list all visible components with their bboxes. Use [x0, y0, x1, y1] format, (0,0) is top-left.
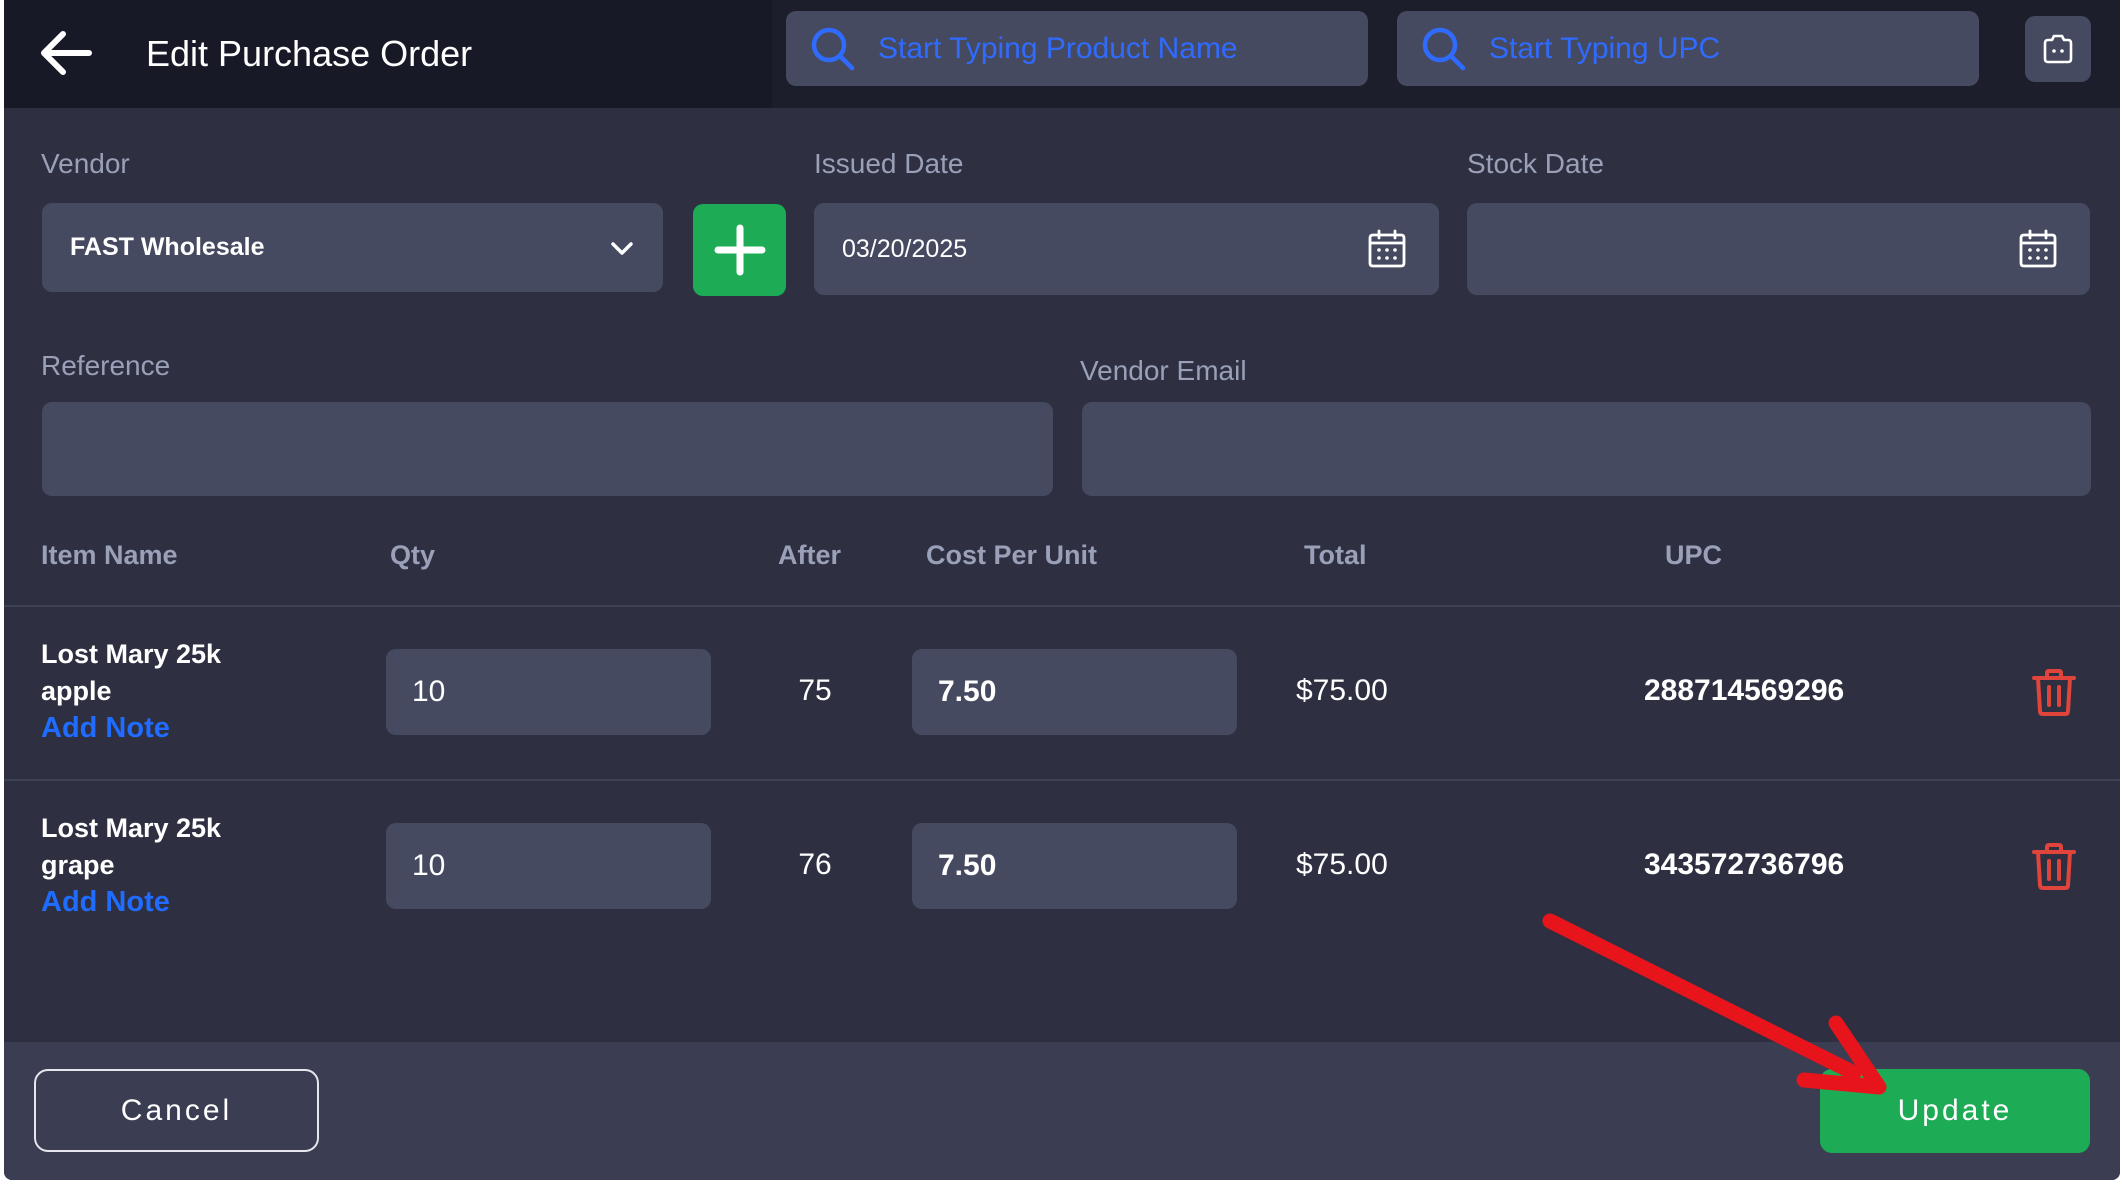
trash-icon[interactable]: [2028, 840, 2080, 892]
stock-date-label: Stock Date: [1467, 148, 1604, 179]
divider: [4, 605, 2120, 607]
trash-icon[interactable]: [2028, 666, 2080, 718]
item-name: Lost Mary 25k apple: [41, 636, 281, 710]
add-note-link[interactable]: Add Note: [41, 886, 170, 919]
item-name-line: grape: [41, 850, 115, 880]
update-button[interactable]: Update: [1820, 1069, 2090, 1153]
reference-label: Reference: [41, 350, 171, 381]
column-header-upc: UPC: [1665, 540, 1723, 570]
upc-search-placeholder: Start Typing UPC: [1489, 31, 1721, 65]
add-note-link[interactable]: Add Note: [41, 712, 170, 745]
reference-input[interactable]: [42, 402, 1053, 496]
stock-date-field[interactable]: [1467, 203, 2090, 295]
qty-input[interactable]: 10: [386, 649, 711, 735]
vendor-label: Vendor: [41, 148, 130, 179]
upc-value: 288714569296: [1644, 674, 1845, 707]
item-name-line: Lost Mary 25k: [41, 639, 222, 669]
arrow-left-icon: [41, 31, 92, 75]
calendar-icon: [2019, 229, 2057, 268]
search-icon: [808, 24, 858, 74]
column-header-cost-per-unit: Cost Per Unit: [926, 540, 1098, 570]
back-button[interactable]: [34, 22, 98, 84]
upc-search-input[interactable]: Start Typing UPC: [1397, 11, 1979, 86]
after-qty: 76: [798, 848, 832, 881]
top-bar: Edit Purchase Order Start Typing Product…: [4, 0, 2120, 108]
vendor-select[interactable]: FAST Wholesale: [42, 203, 663, 292]
purchase-order-screen: Edit Purchase Order Start Typing Product…: [4, 0, 2120, 1180]
upc-value: 343572736796: [1644, 848, 1845, 881]
column-header-total: Total: [1304, 540, 1367, 570]
after-qty: 75: [798, 674, 832, 707]
chevron-down-icon: [611, 241, 633, 255]
calendar-icon: [1368, 229, 1406, 268]
column-header-item-name: Item Name: [41, 540, 178, 570]
item-name: Lost Mary 25k grape: [41, 810, 281, 884]
divider: [4, 779, 2120, 781]
issued-date-value: 03/20/2025: [842, 234, 968, 263]
footer-bar: Cancel Update: [4, 1042, 2120, 1180]
camera-scan-button[interactable]: [2025, 16, 2091, 82]
item-name-line: Lost Mary 25k: [41, 813, 222, 843]
item-name-line: apple: [41, 676, 112, 706]
qty-input[interactable]: 10: [386, 823, 711, 909]
issued-date-field[interactable]: 03/20/2025: [814, 203, 1439, 295]
title-area: Edit Purchase Order: [4, 0, 772, 108]
search-icon: [1419, 24, 1469, 74]
line-total: $75.00: [1296, 674, 1388, 707]
line-total: $75.00: [1296, 848, 1388, 881]
vendor-value: FAST Wholesale: [70, 233, 265, 261]
cost-per-unit-input[interactable]: 7.50: [912, 823, 1237, 909]
product-search-input[interactable]: Start Typing Product Name: [786, 11, 1368, 86]
cost-per-unit-input[interactable]: 7.50: [912, 649, 1237, 735]
cancel-button[interactable]: Cancel: [34, 1069, 319, 1152]
column-header-after: After: [778, 540, 842, 570]
vendor-email-label: Vendor Email: [1080, 355, 1247, 386]
vendor-email-input[interactable]: [1082, 402, 2091, 496]
camera-icon: [2043, 34, 2073, 64]
plus-icon: [714, 224, 765, 276]
product-search-placeholder: Start Typing Product Name: [878, 31, 1238, 65]
page-title: Edit Purchase Order: [146, 33, 473, 74]
issued-date-label: Issued Date: [814, 148, 964, 179]
add-vendor-button[interactable]: [693, 204, 786, 296]
column-header-qty: Qty: [390, 540, 436, 570]
